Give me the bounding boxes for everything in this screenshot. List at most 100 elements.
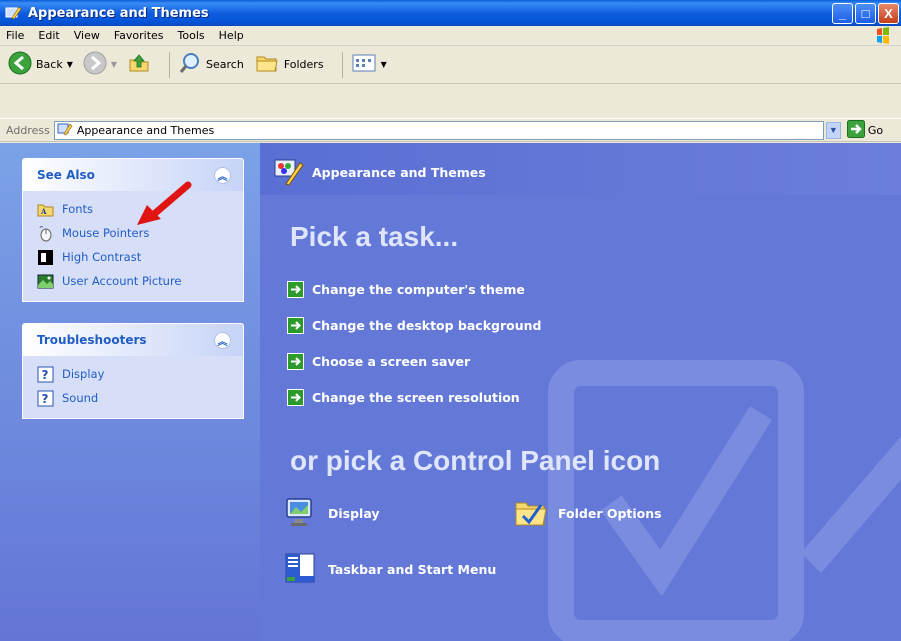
green-arrow-icon: [287, 316, 304, 334]
menu-edit[interactable]: Edit: [38, 29, 59, 42]
see-also-item-user-account-picture[interactable]: User Account Picture: [37, 269, 233, 293]
troubleshooter-label-display: Display: [62, 367, 105, 381]
address-field[interactable]: Appearance and Themes: [53, 120, 824, 140]
task-choose-screen-saver[interactable]: Choose a screen saver: [287, 343, 541, 379]
green-arrow-icon: [287, 388, 304, 406]
folder-options-icon: [514, 495, 548, 532]
pick-task-heading: Pick a task...: [290, 221, 459, 252]
cp-icon-display[interactable]: Display: [284, 495, 380, 532]
help-icon: ?: [37, 366, 54, 383]
fonts-folder-icon: A: [37, 201, 54, 218]
see-also-box: See Also ︽ A Fonts Mouse Pointers High C…: [22, 158, 244, 302]
menu-favorites[interactable]: Favorites: [114, 29, 164, 42]
windows-logo-icon: [869, 26, 897, 46]
see-also-item-high-contrast[interactable]: High Contrast: [37, 245, 233, 269]
left-task-pane: See Also ︽ A Fonts Mouse Pointers High C…: [0, 143, 260, 641]
collapse-chevron-icon[interactable]: ︽: [214, 166, 231, 184]
views-dropdown-icon[interactable]: ▼: [381, 60, 387, 69]
search-label: Search: [206, 58, 244, 71]
cp-icon-folder-options[interactable]: Folder Options: [514, 495, 662, 532]
address-bar: Address Appearance and Themes ▼ Go: [0, 118, 901, 142]
green-arrow-icon: [287, 280, 304, 298]
folders-icon: [254, 51, 280, 78]
forward-dropdown-icon[interactable]: ▼: [111, 60, 117, 69]
window-title: Appearance and Themes: [28, 5, 209, 21]
appearance-themes-large-icon: [272, 155, 304, 190]
svg-text:A: A: [40, 207, 47, 216]
views-button[interactable]: ▼: [351, 51, 387, 78]
menu-view[interactable]: View: [74, 29, 100, 42]
folders-label: Folders: [283, 58, 324, 71]
cp-icon-label-folder-options: Folder Options: [558, 506, 662, 521]
search-icon: [178, 51, 202, 78]
appearance-themes-small-icon: [57, 121, 73, 140]
go-arrow-icon: [846, 119, 865, 141]
troubleshooter-label-sound: Sound: [62, 391, 99, 405]
high-contrast-icon: [37, 249, 54, 266]
back-dropdown-icon[interactable]: ▼: [67, 60, 73, 69]
task-change-theme[interactable]: Change the computer's theme: [287, 271, 541, 307]
task-label: Change the screen resolution: [312, 389, 520, 405]
troubleshooter-item-display[interactable]: ? Display: [37, 362, 233, 386]
close-button[interactable]: X: [878, 3, 899, 24]
main-area: See Also ︽ A Fonts Mouse Pointers High C…: [0, 143, 901, 641]
see-also-label-fonts: Fonts: [62, 202, 94, 216]
cp-icon-label-taskbar-start-menu: Taskbar and Start Menu: [328, 562, 497, 577]
task-label: Choose a screen saver: [312, 353, 471, 369]
menu-file[interactable]: File: [6, 29, 24, 42]
annotation-arrow-icon: [137, 181, 192, 225]
menu-tools[interactable]: Tools: [178, 29, 205, 42]
go-button[interactable]: Go: [846, 119, 884, 141]
go-label: Go: [867, 123, 884, 137]
task-label: Change the computer's theme: [312, 281, 525, 297]
control-panel-icons: Display Folder Options Taskbar and Start…: [284, 495, 884, 605]
minimize-button[interactable]: _: [832, 3, 853, 24]
back-arrow-icon: [8, 51, 32, 78]
user-picture-icon: [37, 273, 54, 290]
green-arrow-icon: [287, 352, 304, 370]
cp-icon-label-display: Display: [328, 506, 380, 521]
troubleshooters-header[interactable]: Troubleshooters ︽: [23, 324, 243, 356]
back-label: Back: [36, 58, 63, 71]
maximize-button[interactable]: □: [855, 3, 876, 24]
troubleshooters-title: Troubleshooters: [37, 333, 147, 347]
up-folder-button[interactable]: [127, 51, 151, 78]
pick-icon-heading: or pick a Control Panel icon: [290, 445, 661, 476]
folders-button[interactable]: Folders: [254, 51, 324, 78]
address-label: Address: [6, 123, 50, 137]
back-button[interactable]: Back ▼: [8, 51, 73, 78]
menu-bar: File Edit View Favorites Tools Help: [0, 26, 901, 46]
troubleshooter-item-sound[interactable]: ? Sound: [37, 386, 233, 410]
taskbar-icon: [284, 551, 318, 588]
toolbar-separator: [341, 51, 343, 78]
search-button[interactable]: Search: [178, 51, 244, 78]
page-title: Appearance and Themes: [312, 165, 486, 180]
mouse-icon: [37, 225, 54, 242]
forward-button[interactable]: ▼: [83, 51, 117, 78]
appearance-themes-icon: [4, 4, 22, 22]
address-value: Appearance and Themes: [76, 123, 215, 137]
svg-text:?: ?: [42, 368, 49, 382]
views-icon: [351, 51, 377, 78]
collapse-chevron-icon[interactable]: ︽: [214, 331, 231, 349]
toolbar-separator: [169, 51, 171, 78]
title-bar[interactable]: Appearance and Themes _ □ X: [0, 0, 901, 26]
see-also-label-user-account-picture: User Account Picture: [62, 274, 182, 288]
task-list: Change the computer's theme Change the d…: [287, 271, 541, 415]
task-change-screen-resolution[interactable]: Change the screen resolution: [287, 379, 541, 415]
task-label: Change the desktop background: [312, 317, 542, 333]
task-change-desktop-background[interactable]: Change the desktop background: [287, 307, 541, 343]
menu-help[interactable]: Help: [219, 29, 244, 42]
cp-icon-taskbar-start-menu[interactable]: Taskbar and Start Menu: [284, 551, 496, 588]
toolbar: Back ▼ ▼ Search Folders ▼: [0, 46, 901, 84]
troubleshooters-box: Troubleshooters ︽ ? Display ? Sound: [22, 323, 244, 419]
forward-arrow-icon: [83, 51, 107, 78]
display-icon: [284, 495, 318, 532]
help-icon: ?: [37, 390, 54, 407]
content-pane: Appearance and Themes Pick a task... Cha…: [260, 143, 901, 641]
address-dropdown-button[interactable]: ▼: [825, 121, 841, 139]
svg-text:?: ?: [42, 392, 49, 406]
see-also-title: See Also: [37, 168, 95, 182]
page-title-row: Appearance and Themes: [272, 155, 486, 190]
up-folder-icon: [127, 51, 151, 78]
